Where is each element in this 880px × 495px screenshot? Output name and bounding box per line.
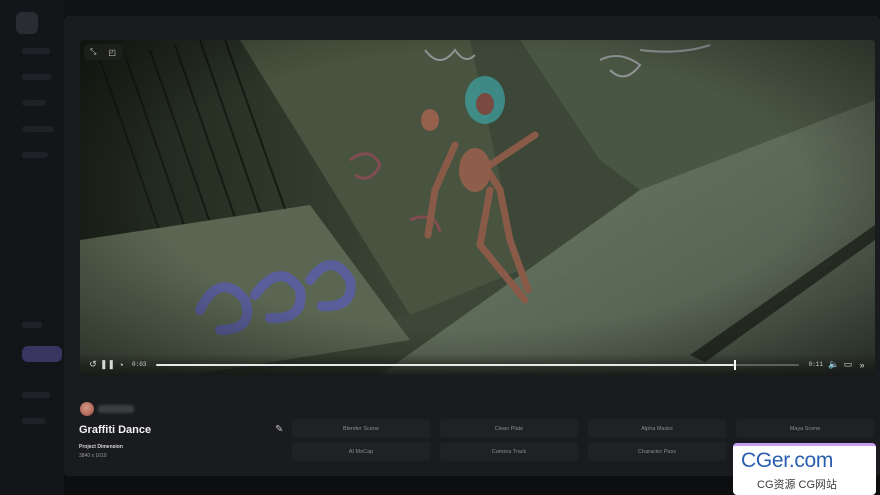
video-frame [80, 40, 875, 375]
player-controls: ↺ ❚❚ ◔ 0:03 0:11 🔈 ▭ » [80, 354, 875, 375]
progress-handle[interactable] [734, 359, 737, 370]
current-time: 0:03 [132, 361, 147, 368]
expand-icon[interactable]: ⤡ [90, 47, 96, 57]
watermark: CGer.com CG资源 CG网站 [733, 443, 876, 495]
asset-chip-clean-plate[interactable]: Clean Plate [440, 419, 578, 438]
camera-icon[interactable]: ◰ [108, 48, 116, 57]
background-nav-item [22, 74, 52, 80]
avatar[interactable] [80, 402, 94, 416]
background-nav-item [22, 418, 46, 424]
background-topbar [0, 0, 880, 16]
pencil-icon[interactable]: ✎ [275, 424, 283, 435]
watermark-main: CGer.com [741, 449, 834, 472]
asset-chip-character-pass[interactable]: Character Pass [588, 442, 726, 461]
duration: 0:11 [808, 361, 823, 368]
project-title: Graffiti Dance [79, 424, 152, 436]
video-player[interactable] [80, 40, 875, 375]
background-nav-item [22, 392, 50, 398]
background-nav-item [22, 48, 50, 54]
cast-icon[interactable]: ▭ [841, 359, 855, 370]
player-corner-controls: ⤡ ◰ [84, 44, 122, 60]
background-nav-item [22, 126, 54, 132]
asset-chip-ai-mocap[interactable]: AI MoCap [292, 442, 430, 461]
background-nav-item [22, 322, 42, 328]
app-logo [16, 12, 38, 34]
background-active-pill [22, 346, 62, 362]
background-nav-item [22, 152, 48, 158]
asset-chip-maya-scene[interactable]: Maya Scene [736, 419, 874, 438]
speed-icon[interactable]: ◔ [114, 360, 128, 370]
background-nav-item [22, 100, 46, 106]
background-sidebar [0, 0, 64, 495]
progress-fill [156, 363, 735, 366]
asset-chip-alpha-masks[interactable]: Alpha Masks [588, 419, 726, 438]
project-dimension-value: 3840 x 1610 [79, 453, 107, 459]
pause-icon[interactable]: ❚❚ [100, 359, 115, 370]
asset-chip-camera-track[interactable]: Camera Track [440, 442, 578, 461]
asset-chip-blender-scene[interactable]: Blender Scene [292, 419, 430, 438]
username-blurred [98, 405, 134, 413]
forward-icon[interactable]: » [855, 360, 869, 370]
watermark-sub: CG资源 CG网站 [757, 479, 838, 491]
volume-icon[interactable]: 🔈 [827, 359, 841, 370]
project-dimension-label: Project Dimension [79, 444, 123, 450]
progress-bar[interactable] [156, 359, 799, 370]
replay-icon[interactable]: ↺ [86, 359, 100, 370]
